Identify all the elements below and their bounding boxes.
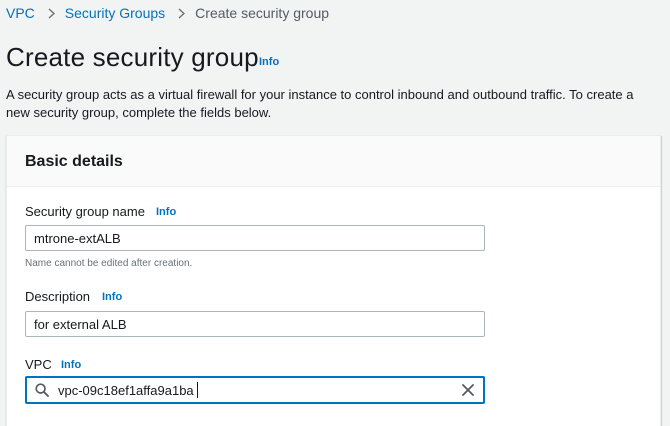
chevron-right-icon <box>178 7 186 19</box>
breadcrumb-link-vpc[interactable]: VPC <box>6 5 35 21</box>
description-input[interactable] <box>25 311 485 337</box>
security-group-name-input[interactable] <box>25 225 485 251</box>
name-constraint-text: Name cannot be edited after creation. <box>25 258 193 269</box>
description-label: Description <box>25 289 91 304</box>
security-group-name-label: Security group name <box>25 204 145 219</box>
basic-details-panel: Basic details Security group name Info N… <box>6 135 661 426</box>
page-description: A security group acts as a virtual firew… <box>6 87 634 120</box>
vpc-label: VPC <box>25 357 52 372</box>
vpc-search-input[interactable]: vpc-09c18ef1affa9a1ba <box>25 376 485 404</box>
breadcrumb: VPC Security Groups Create security grou… <box>6 5 329 21</box>
search-icon <box>35 383 49 402</box>
vpc-info-link[interactable]: Info <box>61 359 81 371</box>
chevron-right-icon <box>48 7 55 19</box>
page-title: Create security group <box>6 42 259 72</box>
text-cursor <box>197 382 198 398</box>
page-info-link[interactable]: Info <box>259 56 279 68</box>
security-group-name-info-link[interactable]: Info <box>156 206 176 218</box>
vpc-search-value: vpc-09c18ef1affa9a1ba <box>58 383 194 398</box>
panel-header: Basic details <box>7 136 660 187</box>
close-icon[interactable] <box>461 383 475 402</box>
breadcrumb-link-security-groups[interactable]: Security Groups <box>65 5 165 21</box>
description-info-link[interactable]: Info <box>102 291 122 303</box>
panel-title: Basic details <box>25 153 123 170</box>
breadcrumb-current: Create security group <box>195 5 330 21</box>
